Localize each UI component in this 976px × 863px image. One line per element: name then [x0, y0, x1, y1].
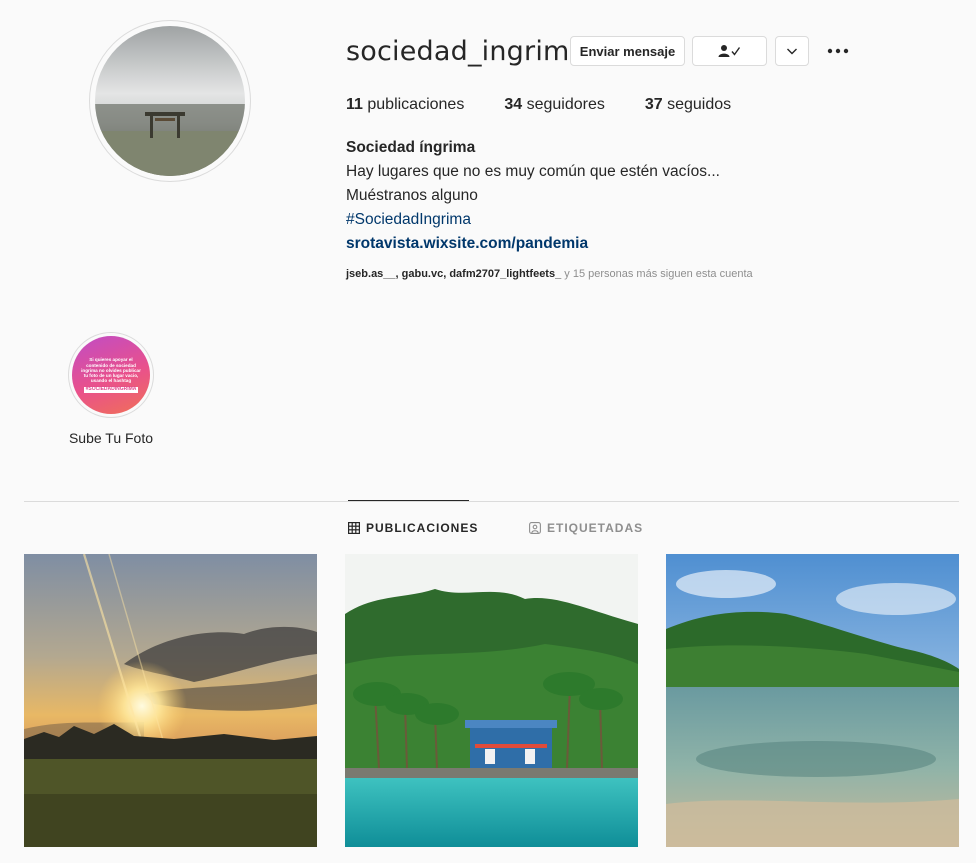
tab-etiquetadas[interactable]: ETIQUETADAS: [529, 521, 643, 535]
posts-count: 11: [346, 96, 363, 113]
profile-username: sociedad_ingrima: [346, 36, 587, 67]
chevron-down-icon: [787, 48, 797, 55]
following-label: seguidos: [662, 96, 732, 113]
followed-by-rest: y 15 personas más siguen esta cuenta: [561, 268, 753, 280]
followed-by[interactable]: jseb.as__, gabu.vc, dafm2707_lightfeets_…: [346, 268, 753, 280]
followers-label: seguidores: [522, 96, 605, 113]
more-dots-icon: [827, 48, 849, 54]
send-message-button[interactable]: Enviar mensaje: [570, 36, 685, 66]
post-thumbnail[interactable]: [345, 554, 638, 847]
highlight-cover: Si quieres apoyar el contenido de socied…: [72, 336, 150, 414]
person-check-icon: [718, 45, 740, 57]
profile-stats: 11 publicaciones 34 seguidores 37 seguid…: [346, 96, 771, 114]
highlight-cover-text: Si quieres apoyar el contenido de socied…: [81, 357, 141, 384]
following-count: 37: [644, 96, 663, 113]
beach-photo: [666, 554, 959, 847]
posts-label: publicaciones: [362, 96, 465, 113]
tabs-divider: [24, 501, 959, 502]
profile-full-name: Sociedad íngrima: [346, 139, 476, 156]
tab-etiquetadas-label: ETIQUETADAS: [547, 521, 644, 535]
highlight-label: Sube Tu Foto: [68, 430, 154, 446]
island-house-photo: [345, 554, 638, 847]
suggested-dropdown-button[interactable]: [775, 36, 809, 66]
following-stat[interactable]: 37 seguidos: [645, 96, 731, 114]
active-tab-indicator: [348, 500, 469, 501]
bio-website-link[interactable]: srotavista.wixsite.com/pandemia: [346, 232, 720, 256]
tab-publicaciones[interactable]: PUBLICACIONES: [348, 521, 478, 535]
profile-bio: Sociedad íngrima Hay lugares que no es m…: [346, 136, 720, 256]
followed-by-names[interactable]: jseb.as__, gabu.vc, dafm2707_lightfeets_: [346, 268, 561, 280]
bio-hashtag-link[interactable]: #SociedadIngrima: [346, 208, 720, 232]
highlight-cover-tag: #SOCIEDADINGRIMA: [83, 386, 139, 393]
profile-avatar[interactable]: [95, 26, 245, 176]
posts-stat: 11 publicaciones: [346, 96, 464, 114]
post-thumbnail[interactable]: [666, 554, 959, 847]
followers-stat[interactable]: 34 seguidores: [504, 96, 605, 114]
tagged-icon: [529, 522, 541, 534]
sunset-photo: [24, 554, 317, 847]
followers-count: 34: [504, 96, 523, 113]
grid-icon: [348, 522, 360, 534]
post-thumbnail[interactable]: [24, 554, 317, 847]
bio-line: Hay lugares que no es muy común que esté…: [346, 163, 720, 180]
tab-publicaciones-label: PUBLICACIONES: [366, 521, 479, 535]
bio-line: Muéstranos alguno: [346, 187, 478, 204]
more-options-button[interactable]: [826, 40, 850, 62]
following-button[interactable]: [692, 36, 767, 66]
story-highlight[interactable]: Si quieres apoyar el contenido de socied…: [66, 332, 156, 446]
highlight-ring[interactable]: Si quieres apoyar el contenido de socied…: [68, 332, 154, 418]
profile-avatar-ring[interactable]: [89, 20, 251, 182]
